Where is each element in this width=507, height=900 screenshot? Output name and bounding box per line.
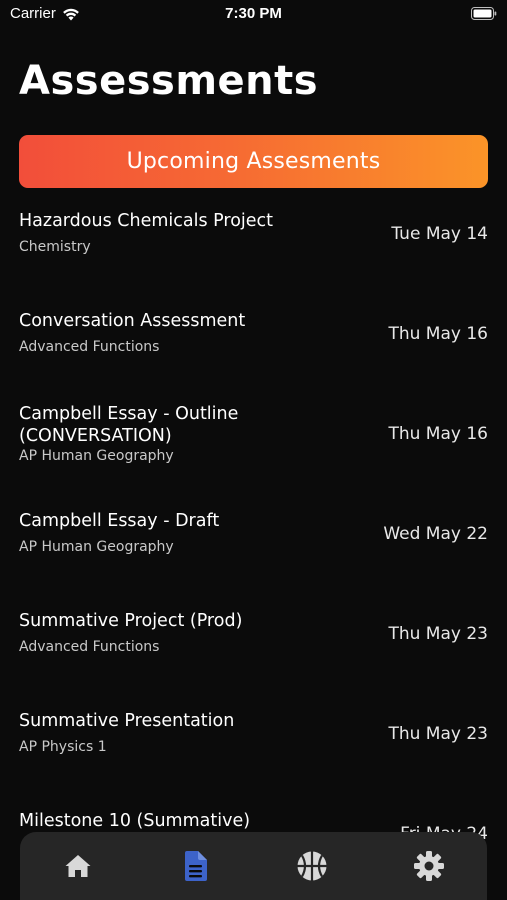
battery-icon <box>471 7 497 20</box>
assessment-date: Tue May 14 <box>391 224 488 244</box>
list-item[interactable]: Campbell Essay - Outline (CONVERSATION) … <box>0 400 507 500</box>
tab-sports[interactable] <box>282 836 342 896</box>
assessment-title: Milestone 10 (Summative) <box>19 811 251 831</box>
page-title: Assessments <box>19 58 319 104</box>
assessment-subject: Chemistry <box>19 239 91 255</box>
tab-bar <box>20 832 487 900</box>
assessment-date: Thu May 23 <box>388 624 488 644</box>
list-item[interactable]: Summative Project (Prod) Advanced Functi… <box>0 600 507 700</box>
status-bar: Carrier 7:30 PM <box>0 0 507 28</box>
assessment-date: Thu May 23 <box>388 724 488 744</box>
list-item[interactable]: Conversation Assessment Advanced Functio… <box>0 300 507 400</box>
assessment-date: Thu May 16 <box>388 324 488 344</box>
assessment-title: Hazardous Chemicals Project <box>19 211 274 231</box>
assessment-title: Campbell Essay - Draft <box>19 511 220 531</box>
home-icon <box>65 855 91 877</box>
upcoming-assessments-banner[interactable]: Upcoming Assesments <box>19 135 488 188</box>
tab-settings[interactable] <box>399 836 459 896</box>
basketball-icon <box>297 851 327 881</box>
gear-icon <box>413 851 444 881</box>
tab-assessments[interactable] <box>165 836 225 896</box>
assessment-title: Summative Project (Prod) <box>19 611 243 631</box>
list-item[interactable]: Summative Presentation AP Physics 1 Thu … <box>0 700 507 800</box>
assessment-title: Campbell Essay - Outline (CONVERSATION) <box>19 404 239 446</box>
status-time: 7:30 PM <box>225 5 282 22</box>
assessment-subject: AP Physics 1 <box>19 739 107 755</box>
assessment-subject: Advanced Functions <box>19 639 160 655</box>
assessment-date: Wed May 22 <box>383 524 488 544</box>
assessment-subject: AP Human Geography <box>19 448 174 464</box>
list-item[interactable]: Campbell Essay - Draft AP Human Geograph… <box>0 500 507 600</box>
tab-home[interactable] <box>48 836 108 896</box>
list-item[interactable]: Hazardous Chemicals Project Chemistry Tu… <box>0 200 507 300</box>
assessment-subject: Advanced Functions <box>19 339 160 355</box>
assessment-title: Conversation Assessment <box>19 311 246 331</box>
assessment-title: Summative Presentation <box>19 711 235 731</box>
assessment-subject: AP Human Geography <box>19 539 174 555</box>
document-icon <box>185 851 208 881</box>
assessment-date: Thu May 16 <box>388 424 488 444</box>
